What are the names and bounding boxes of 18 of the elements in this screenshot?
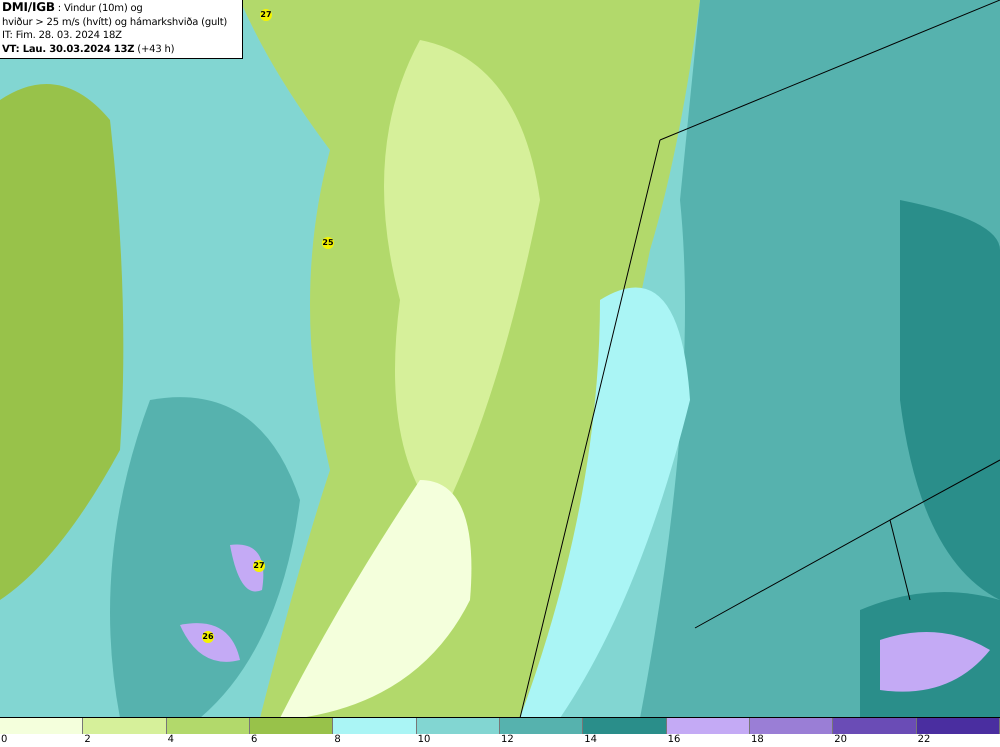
legend-tick-label: 10 (418, 734, 430, 746)
legend-tick-label: 20 (834, 734, 848, 746)
legend-tick-label: 0 (1, 734, 8, 746)
legend-tick-label: 4 (168, 734, 174, 746)
forecast-offset-text: (+43 h) (136, 44, 174, 54)
legend-tick-label: 18 (750, 734, 764, 746)
legend-tick-label: 16 (668, 734, 680, 746)
legend-tick-label: 12 (500, 734, 514, 746)
legend-tick-label: 14 (584, 734, 598, 746)
legend-tick-label: 22 (918, 734, 930, 746)
legend-tick-label: 6 (250, 734, 258, 746)
title-text: : Vindur (10m) og (56, 3, 143, 14)
issue-time-text: IT: Fim. 28. 03. 2024 18Z (2, 29, 123, 42)
legend-tick-label: 2 (84, 734, 91, 746)
source-label: DMI/IGB (2, 0, 55, 14)
description-text: hviður > 25 m/s (hvítt) og hámarkshviða (gult) (2, 16, 228, 29)
valid-time-text: VT: Lau. 30.03.2024 13Z (2, 44, 134, 54)
legend-tick-label: 8 (334, 734, 341, 746)
